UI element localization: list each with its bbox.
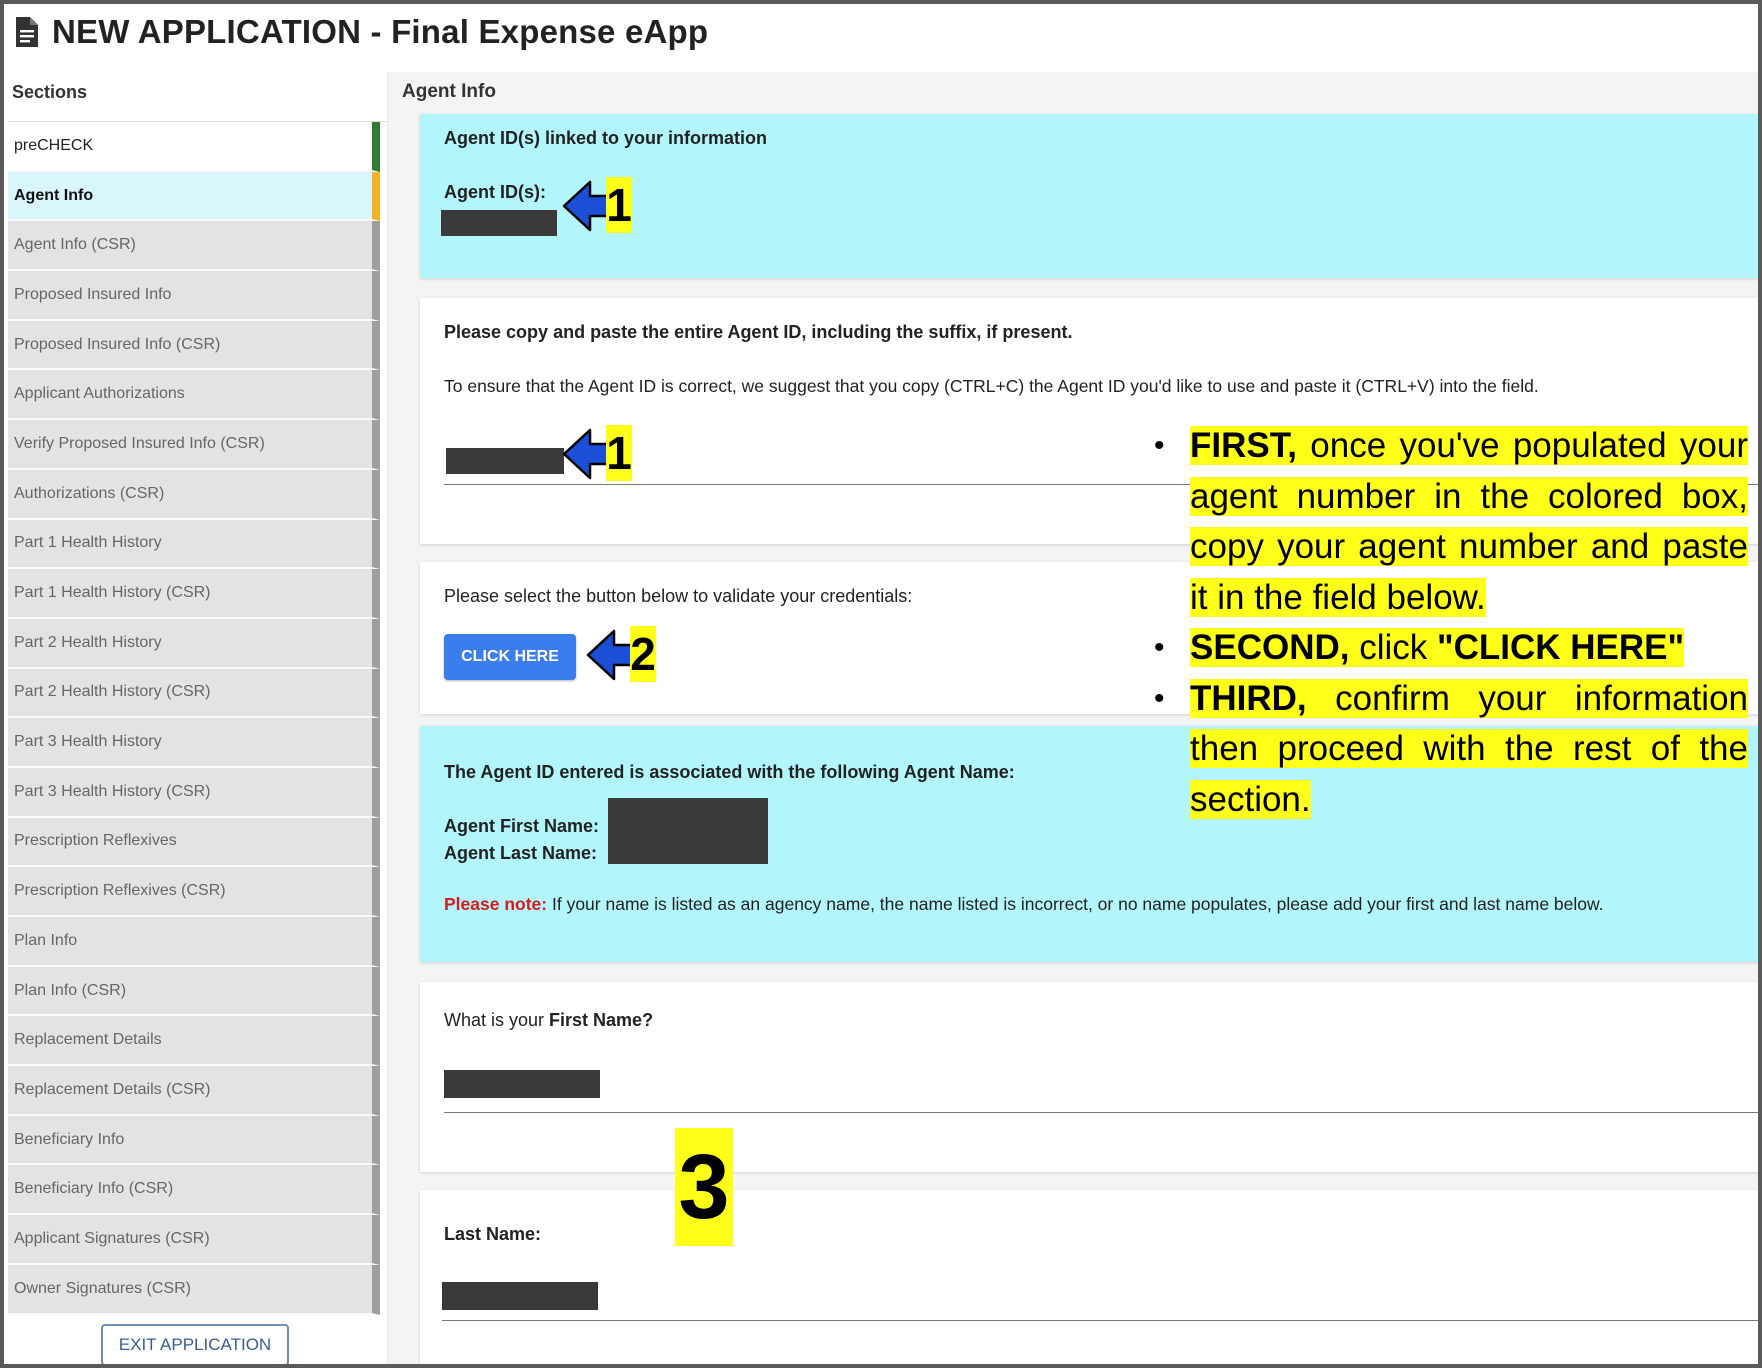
sidebar-item-applicant-authorizations[interactable]: Applicant Authorizations [8, 370, 380, 421]
copy-paste-hint: To ensure that the Agent ID is correct, … [444, 376, 1539, 396]
please-note-label: Please note: [444, 894, 548, 914]
step3-badge: 3 [675, 1128, 733, 1246]
agent-last-name-label: Agent Last Name: [444, 843, 598, 863]
sidebar-item-proposed-insured-info[interactable]: Proposed Insured Info [8, 271, 380, 321]
instruction-second-bold: SECOND, [1190, 628, 1350, 667]
sidebar-heading: Sections [8, 72, 387, 122]
instruction-second-bold2: "CLICK HERE" [1436, 628, 1685, 667]
sidebar-item-authorizations-csr[interactable]: Authorizations (CSR) [8, 469, 380, 520]
sidebar-item-plan-info-csr[interactable]: Plan Info (CSR) [8, 966, 380, 1017]
sidebar-item-replacement-details[interactable]: Replacement Details [8, 1016, 380, 1067]
agent-ids-title: Agent ID(s) linked to your information [444, 128, 767, 148]
instruction-second-text: click [1349, 628, 1437, 667]
agent-id-redacted-value [441, 210, 557, 236]
sidebar-item-agent-info[interactable]: Agent Info [8, 171, 380, 222]
step1-field-badge: 1 [606, 425, 632, 481]
sidebar-list: preCHECK Agent Info Agent Info (CSR) Pro… [8, 122, 380, 1315]
instructions-overlay: FIRST, once you've populated your agent … [1154, 421, 1748, 826]
sidebar-item-owner-signatures-csr[interactable]: Owner Signatures (CSR) [8, 1264, 380, 1315]
sidebar-item-part1-health-history-csr[interactable]: Part 1 Health History (CSR) [8, 569, 380, 619]
agent-first-name-label: Agent First Name: [444, 816, 600, 836]
exit-application-button[interactable]: EXIT APPLICATION [101, 1324, 289, 1364]
associated-title: The Agent ID entered is associated with … [444, 762, 1015, 782]
sidebar-item-replacement-details-csr[interactable]: Replacement Details (CSR) [8, 1066, 380, 1116]
agent-ids-label: Agent ID(s): [444, 182, 546, 202]
instruction-first-bold: FIRST, [1190, 426, 1297, 465]
sidebar-item-part3-health-history-csr[interactable]: Part 3 Health History (CSR) [8, 767, 380, 818]
sidebar-item-prescription-reflexives[interactable]: Prescription Reflexives [8, 817, 380, 868]
first-name-input-underline [444, 1112, 1758, 1113]
sidebar-item-part2-health-history-csr[interactable]: Part 2 Health History (CSR) [8, 668, 380, 719]
last-name-card: Last Name: [420, 1190, 1758, 1364]
sidebar-item-applicant-signatures-csr[interactable]: Applicant Signatures (CSR) [8, 1215, 380, 1265]
app-window: NEW APPLICATION - Final Expense eApp Sec… [0, 0, 1762, 1368]
last-name-input-redacted[interactable] [442, 1282, 598, 1310]
section-heading: Agent Info [402, 81, 496, 102]
copy-paste-title: Please copy and paste the entire Agent I… [444, 322, 1073, 342]
step1-badge: 1 [606, 177, 632, 233]
sidebar-item-part1-health-history[interactable]: Part 1 Health History [8, 519, 380, 570]
first-name-question: What is your First Name? [444, 1010, 653, 1031]
instruction-third-bold: THIRD, [1190, 678, 1307, 718]
first-name-input-redacted[interactable] [444, 1070, 600, 1098]
please-note: Please note: If your name is listed as a… [444, 894, 1604, 915]
click-here-button[interactable]: CLICK HERE [444, 634, 576, 680]
sidebar-item-part2-health-history[interactable]: Part 2 Health History [8, 618, 380, 669]
sidebar-item-verify-proposed-insured-info-csr[interactable]: Verify Proposed Insured Info (CSR) [8, 420, 380, 470]
sections-sidebar: Sections preCHECK Agent Info Agent Info … [8, 72, 388, 1364]
instruction-second: SECOND, click "CLICK HERE" [1154, 623, 1748, 674]
last-name-input-underline [442, 1320, 1758, 1321]
document-icon [16, 17, 38, 47]
sidebar-item-part3-health-history[interactable]: Part 3 Health History [8, 718, 380, 768]
first-name-card: What is your First Name? [420, 982, 1758, 1172]
title-bar: NEW APPLICATION - Final Expense eApp [14, 8, 708, 56]
sidebar-item-agent-info-csr[interactable]: Agent Info (CSR) [8, 221, 380, 272]
sidebar-item-plan-info[interactable]: Plan Info [8, 917, 380, 967]
sidebar-item-precheck[interactable]: preCHECK [8, 122, 380, 172]
first-name-question-bold: First Name? [549, 1010, 654, 1030]
first-name-question-prefix: What is your [444, 1010, 550, 1030]
instruction-first: FIRST, once you've populated your agent … [1154, 421, 1748, 623]
agent-name-redacted [608, 798, 768, 864]
instruction-third: THIRD, confirm your information then pro… [1154, 674, 1748, 826]
step2-badge: 2 [630, 626, 656, 682]
sidebar-item-prescription-reflexives-csr[interactable]: Prescription Reflexives (CSR) [8, 867, 380, 917]
sidebar-item-beneficiary-info[interactable]: Beneficiary Info [8, 1115, 380, 1166]
agent-id-input-redacted[interactable] [446, 448, 564, 474]
sidebar-item-beneficiary-info-csr[interactable]: Beneficiary Info (CSR) [8, 1165, 380, 1216]
please-note-text: If your name is listed as an agency name… [551, 894, 1604, 914]
last-name-label: Last Name: [444, 1224, 542, 1244]
validate-prompt: Please select the button below to valida… [444, 586, 913, 606]
app-title: NEW APPLICATION - Final Expense eApp [52, 13, 709, 50]
sidebar-item-proposed-insured-info-csr[interactable]: Proposed Insured Info (CSR) [8, 320, 380, 371]
